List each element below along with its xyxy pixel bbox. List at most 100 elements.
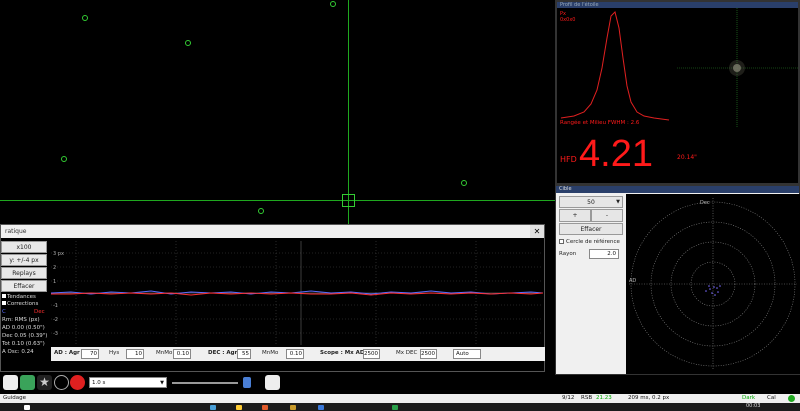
- west-label: AD: [629, 278, 636, 284]
- legend-dec: Dec: [34, 309, 45, 315]
- target-panel: Cible 50 ▼ + - Effacer Cercle de référen…: [555, 185, 800, 375]
- legend-ra: C: [2, 309, 6, 315]
- radius-label: Rayon: [559, 251, 577, 257]
- target-plot: Dec AD: [626, 194, 800, 374]
- y-tick: -1: [53, 303, 58, 309]
- mnmo-input[interactable]: 0.10: [173, 349, 191, 359]
- hfd-value: 4.21: [579, 133, 653, 175]
- stat-osc: A Osc: 0.24: [2, 349, 34, 355]
- y-tick: 3 px: [53, 251, 64, 257]
- max-dec-label: Mx DEC: [396, 350, 418, 356]
- taskbar-app-icon[interactable]: [290, 405, 296, 410]
- max-dec-input[interactable]: 2500: [420, 349, 437, 359]
- dark-indicator: Dark: [742, 395, 756, 401]
- target-title: Cible: [556, 186, 799, 193]
- guide-target-icon[interactable]: [54, 375, 69, 390]
- ra-aggr-label: AD : Agr: [54, 350, 80, 356]
- exposure-dropdown[interactable]: 1.0 s ▼: [89, 377, 167, 388]
- snr-label: RSB: [581, 395, 593, 401]
- stat-ra: AD 0.00 (0.50"): [2, 325, 45, 331]
- camera-view[interactable]: [0, 0, 555, 225]
- connection-status-icon: [788, 395, 795, 402]
- star-marker[interactable]: [185, 40, 191, 46]
- crosshair-vertical: [348, 0, 349, 225]
- main-toolbar: ★ 1.0 s ▼: [0, 372, 555, 394]
- stop-icon[interactable]: [70, 375, 85, 390]
- guide-star-box[interactable]: [342, 194, 355, 207]
- y-scale-dropdown[interactable]: y: +/-4 px: [1, 254, 47, 266]
- y-tick: -3: [53, 331, 58, 337]
- chevron-down-icon: ▼: [160, 380, 164, 386]
- ra-aggr-input[interactable]: 70: [81, 349, 99, 359]
- guide-info: 209 ms, 0.2 px: [628, 395, 670, 401]
- connect-icon[interactable]: [3, 375, 18, 390]
- ref-circle-checkbox[interactable]: Cercle de référence: [559, 239, 620, 245]
- max-ra-input[interactable]: 2500: [363, 349, 380, 359]
- close-icon[interactable]: ✕: [530, 225, 544, 238]
- gamma-slider-track[interactable]: [172, 382, 238, 384]
- north-label: Dec: [700, 200, 710, 206]
- hfd-arcsec: 20.14": [677, 154, 697, 161]
- status-text: Guidage: [3, 395, 27, 401]
- guide-graph-window: ratique ✕ x100 y: +/-4 px Replays Efface…: [0, 224, 545, 372]
- radius-input[interactable]: 2.0: [589, 249, 619, 259]
- profile-graph: [560, 8, 799, 128]
- star-select-icon[interactable]: ★: [37, 375, 52, 390]
- mode-dropdown[interactable]: Auto: [453, 349, 481, 359]
- taskbar-clock: 00:03: [746, 403, 761, 409]
- taskbar-app-icon[interactable]: [392, 405, 398, 410]
- checkbox-icon: [2, 294, 6, 298]
- zoom-dropdown[interactable]: 50 ▼: [559, 196, 623, 208]
- gamma-slider-handle[interactable]: [243, 377, 251, 388]
- stat-total: Tot 0.10 (0.63"): [2, 341, 45, 347]
- status-bar: Guidage 9/12 RSB 21.23 209 ms, 0.2 px Da…: [0, 394, 800, 403]
- corrections-checkbox[interactable]: Corrections: [2, 301, 38, 307]
- clear-graph-button[interactable]: Effacer: [1, 280, 47, 292]
- hys-label: Hys: [109, 350, 120, 356]
- cal-indicator: Cal: [767, 395, 776, 401]
- os-taskbar: 00:03: [0, 403, 800, 411]
- snr-value: 21.23: [596, 395, 612, 401]
- guide-params-row: AD : Agr 70 Hys 10 MnMo 0.10 DEC : Agr 5…: [51, 347, 545, 361]
- checkbox-icon: [559, 239, 564, 244]
- loop-icon[interactable]: [20, 375, 35, 390]
- checkbox-icon: [2, 301, 6, 305]
- zoom-out-button[interactable]: -: [591, 209, 623, 222]
- fwhm-caption: Rangée et Milieu FWHM : 2.6: [560, 120, 640, 126]
- scope-label: Scope : Mx AD: [320, 350, 365, 356]
- chevron-down-icon: ▼: [616, 199, 620, 205]
- taskbar-app-icon[interactable]: [210, 405, 216, 410]
- crosshair-horizontal: [0, 200, 555, 201]
- frame-count: 9/12: [562, 395, 575, 401]
- star-marker[interactable]: [258, 208, 264, 214]
- mnmo2-input[interactable]: 0.10: [286, 349, 304, 359]
- y-tick: 2: [53, 265, 56, 271]
- star-marker[interactable]: [61, 156, 67, 162]
- taskbar-app-icon[interactable]: [318, 405, 324, 410]
- star-marker[interactable]: [82, 15, 88, 21]
- hfd-label: HFD: [560, 155, 577, 164]
- mnmo2-label: MnMo: [262, 350, 279, 356]
- dec-trace: [51, 292, 543, 296]
- replay-dropdown[interactable]: Replays: [1, 267, 47, 279]
- taskbar-app-icon[interactable]: [262, 405, 268, 410]
- y-tick: 1: [53, 279, 56, 285]
- taskbar-app-icon[interactable]: [236, 405, 242, 410]
- stat-dec: Dec 0.05 (0.39"): [2, 333, 48, 339]
- star-marker[interactable]: [330, 1, 336, 7]
- brain-icon[interactable]: [265, 375, 280, 390]
- guide-plot[interactable]: 3 px 2 1 -1 -2 -3: [51, 241, 543, 345]
- stat-rms: Rm: RMS (px): [2, 317, 40, 323]
- y-tick: -2: [53, 317, 58, 323]
- zoom-in-button[interactable]: +: [559, 209, 591, 222]
- clear-target-button[interactable]: Effacer: [559, 223, 623, 235]
- star-marker[interactable]: [461, 180, 467, 186]
- x-scale-dropdown[interactable]: x100: [1, 241, 47, 253]
- graph-title: ratique: [5, 228, 27, 235]
- hys-input[interactable]: 10: [126, 349, 144, 359]
- graph-titlebar[interactable]: ratique: [1, 225, 544, 238]
- trends-checkbox[interactable]: Tendances: [2, 294, 36, 300]
- dec-aggr-input[interactable]: 55: [237, 349, 251, 359]
- start-icon[interactable]: [24, 405, 30, 410]
- mnmo-label: MnMo: [156, 350, 173, 356]
